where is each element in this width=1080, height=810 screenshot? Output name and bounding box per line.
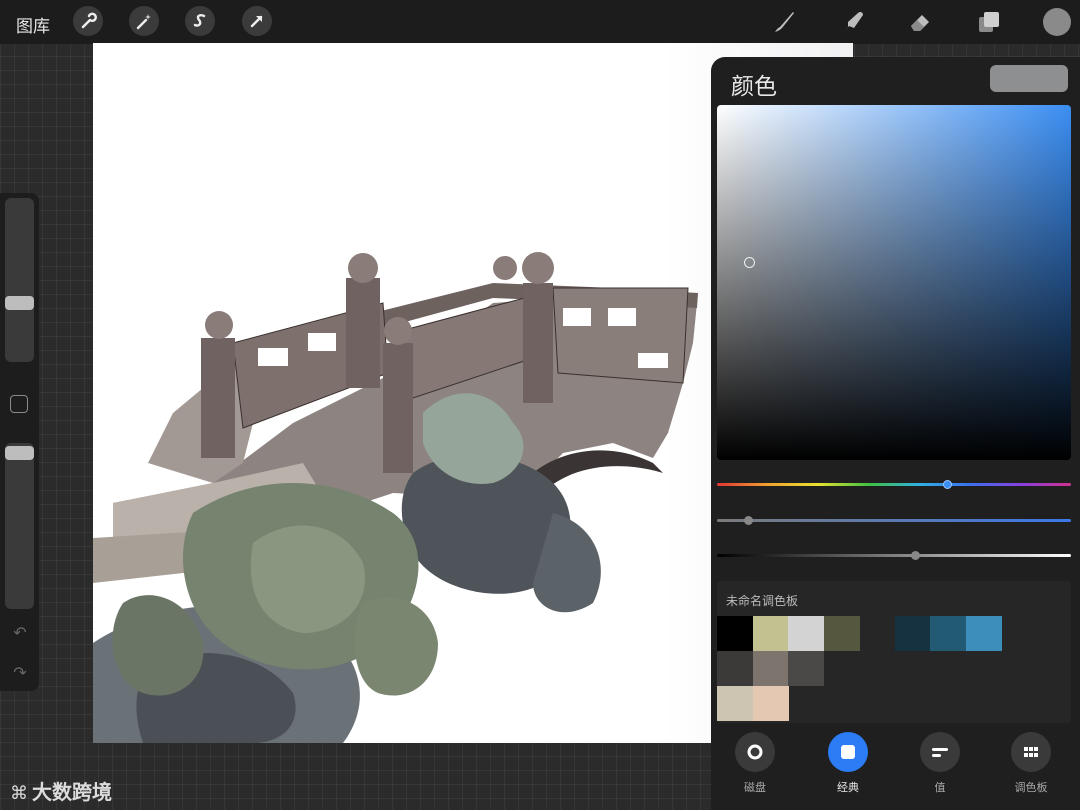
gallery-button[interactable]: 图库 — [16, 12, 50, 37]
current-color-swatch[interactable] — [990, 65, 1068, 92]
tab-value[interactable]: 值 — [906, 727, 976, 797]
ring-icon — [747, 744, 763, 760]
layers-icon[interactable] — [975, 8, 1003, 36]
transform-arrow-icon[interactable] — [242, 6, 272, 36]
wrench-icon[interactable] — [73, 6, 103, 36]
brush-size-slider[interactable] — [5, 198, 34, 362]
saturation-slider[interactable] — [717, 519, 1071, 522]
smudge-icon[interactable] — [839, 8, 867, 36]
magic-wand-icon[interactable] — [129, 6, 159, 36]
square-icon — [841, 745, 855, 759]
palette-swatch[interactable] — [788, 616, 824, 651]
saturation-slider-knob[interactable] — [744, 516, 754, 525]
current-color-icon[interactable] — [1043, 8, 1071, 36]
undo-icon[interactable]: ↶ — [9, 623, 31, 645]
palette-swatch[interactable] — [752, 651, 789, 686]
color-mode-tabs: 磁盘 经典 值 调色板 — [711, 727, 1080, 810]
palette-swatch[interactable] — [894, 616, 931, 651]
tab-disc[interactable]: 磁盘 — [721, 727, 791, 797]
palette-section: 未命名调色板 — [717, 581, 1071, 723]
modify-square-icon[interactable] — [10, 395, 28, 413]
opacity-knob[interactable] — [5, 446, 34, 460]
tab-disc-label: 磁盘 — [744, 781, 766, 794]
color-panel: 颜色 未命名调色板 磁盘 经典 值 调色板 — [711, 57, 1080, 810]
watermark-text: 大数跨境 — [32, 780, 112, 804]
opacity-slider[interactable] — [5, 443, 34, 609]
palette-swatch[interactable] — [717, 686, 753, 721]
brightness-slider-knob[interactable] — [910, 551, 920, 560]
sliders-icon — [932, 748, 948, 757]
palette-title: 未命名调色板 — [726, 594, 799, 608]
palette-swatch[interactable] — [717, 616, 753, 651]
color-picker-handle[interactable] — [744, 257, 755, 268]
eraser-icon[interactable] — [907, 8, 935, 36]
grid-icon — [1024, 747, 1038, 757]
brush-icon[interactable] — [770, 8, 798, 36]
tab-palettes[interactable]: 调色板 — [997, 727, 1067, 797]
hue-slider-knob[interactable] — [942, 480, 952, 489]
left-sidebar: ↶ ↷ — [0, 193, 39, 691]
palette-swatch[interactable] — [965, 616, 1002, 651]
selection-icon[interactable] — [185, 6, 215, 36]
watermark: ⌘ 大数跨境 — [10, 776, 112, 805]
top-toolbar: 图库 — [0, 0, 1080, 44]
brightness-slider[interactable] — [717, 554, 1071, 557]
palette-swatch — [859, 616, 895, 651]
palette-swatch[interactable] — [752, 616, 789, 651]
tab-classic-label: 经典 — [837, 781, 859, 794]
redo-icon[interactable]: ↷ — [9, 663, 31, 685]
watermark-logo-icon: ⌘ — [10, 783, 28, 804]
palette-swatch[interactable] — [788, 651, 824, 686]
palette-swatch[interactable] — [930, 616, 966, 651]
palette-swatch[interactable] — [717, 651, 753, 686]
tab-palettes-label: 调色板 — [1014, 781, 1048, 794]
brush-size-knob[interactable] — [5, 295, 34, 310]
hue-slider[interactable] — [717, 483, 1071, 486]
tab-classic[interactable]: 经典 — [814, 727, 884, 797]
palette-swatch[interactable] — [823, 616, 860, 651]
color-picker-square[interactable] — [717, 105, 1071, 460]
tab-value-label: 值 — [934, 781, 946, 794]
palette-swatch[interactable] — [752, 686, 789, 721]
panel-title: 颜色 — [731, 74, 777, 100]
